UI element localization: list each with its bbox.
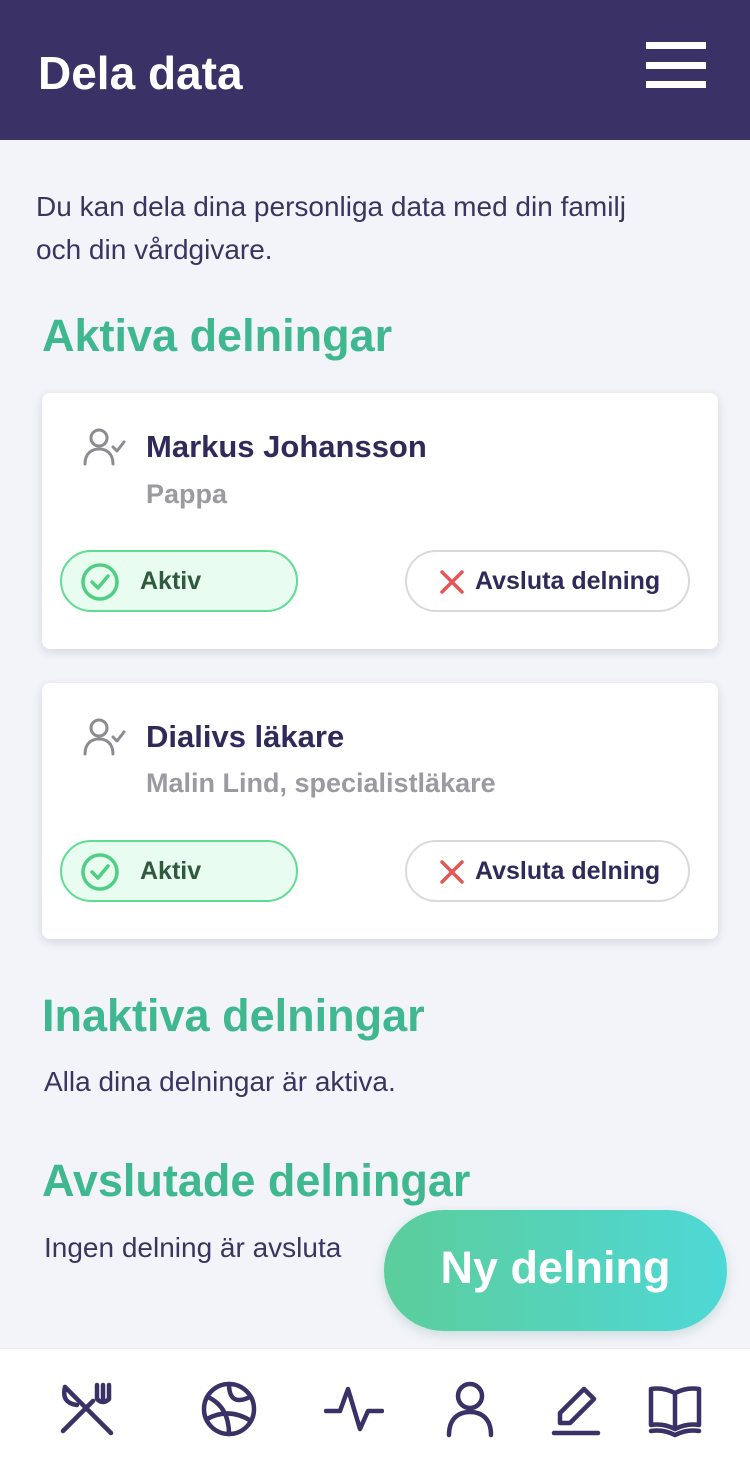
intro-text: Du kan dela dina personliga data med din… xyxy=(36,191,626,265)
menu-line xyxy=(646,42,706,49)
active-section-title: Aktiva delningar xyxy=(42,310,393,361)
menu-button[interactable] xyxy=(646,40,708,90)
share-card: Dialivs läkare Malin Lind, specialistläk… xyxy=(42,683,718,939)
end-share-button[interactable]: Avsluta delning xyxy=(405,840,690,902)
bottom-tab-bar xyxy=(0,1348,750,1462)
end-share-label: Avsluta delning xyxy=(475,567,661,595)
share-card: Markus Johansson Pappa Aktiv Avsluta del… xyxy=(42,393,718,649)
status-badge: Aktiv xyxy=(60,840,298,902)
end-share-button[interactable]: Avsluta delning xyxy=(405,550,690,612)
check-circle-icon xyxy=(81,853,119,891)
menu-line xyxy=(646,81,706,88)
book-icon[interactable] xyxy=(645,1379,705,1439)
person-check-icon xyxy=(83,718,126,756)
end-share-label: Avsluta delning xyxy=(475,857,661,885)
profile-icon[interactable] xyxy=(440,1379,500,1439)
inactive-section-text: Alla dina delningar är aktiva. xyxy=(44,1066,396,1097)
check-circle-icon xyxy=(81,563,119,601)
menu-line xyxy=(646,62,706,69)
share-name: Markus Johansson xyxy=(146,429,427,464)
edit-icon[interactable] xyxy=(546,1379,606,1439)
status-label: Aktiv xyxy=(140,857,202,885)
activity-icon[interactable] xyxy=(324,1379,384,1439)
share-name: Dialivs läkare xyxy=(146,719,345,754)
status-label: Aktiv xyxy=(140,567,202,595)
close-icon xyxy=(440,860,464,884)
ended-section-title: Avslutade delningar xyxy=(42,1155,471,1206)
status-badge: Aktiv xyxy=(60,550,298,612)
person-check-icon xyxy=(83,428,126,466)
new-share-button[interactable]: Ny delning xyxy=(384,1210,727,1331)
inactive-section-title: Inaktiva delningar xyxy=(42,990,425,1041)
ball-icon[interactable] xyxy=(199,1379,259,1439)
page-title: Dela data xyxy=(38,47,243,99)
new-share-label: Ny delning xyxy=(440,1242,671,1293)
close-icon xyxy=(440,570,464,594)
share-relation: Malin Lind, specialistläkare xyxy=(146,768,496,798)
ended-section-text: Ingen delning är avsluta xyxy=(44,1232,342,1263)
share-relation: Pappa xyxy=(146,479,228,509)
app-header: Dela data xyxy=(0,0,750,140)
food-icon[interactable] xyxy=(57,1379,117,1439)
